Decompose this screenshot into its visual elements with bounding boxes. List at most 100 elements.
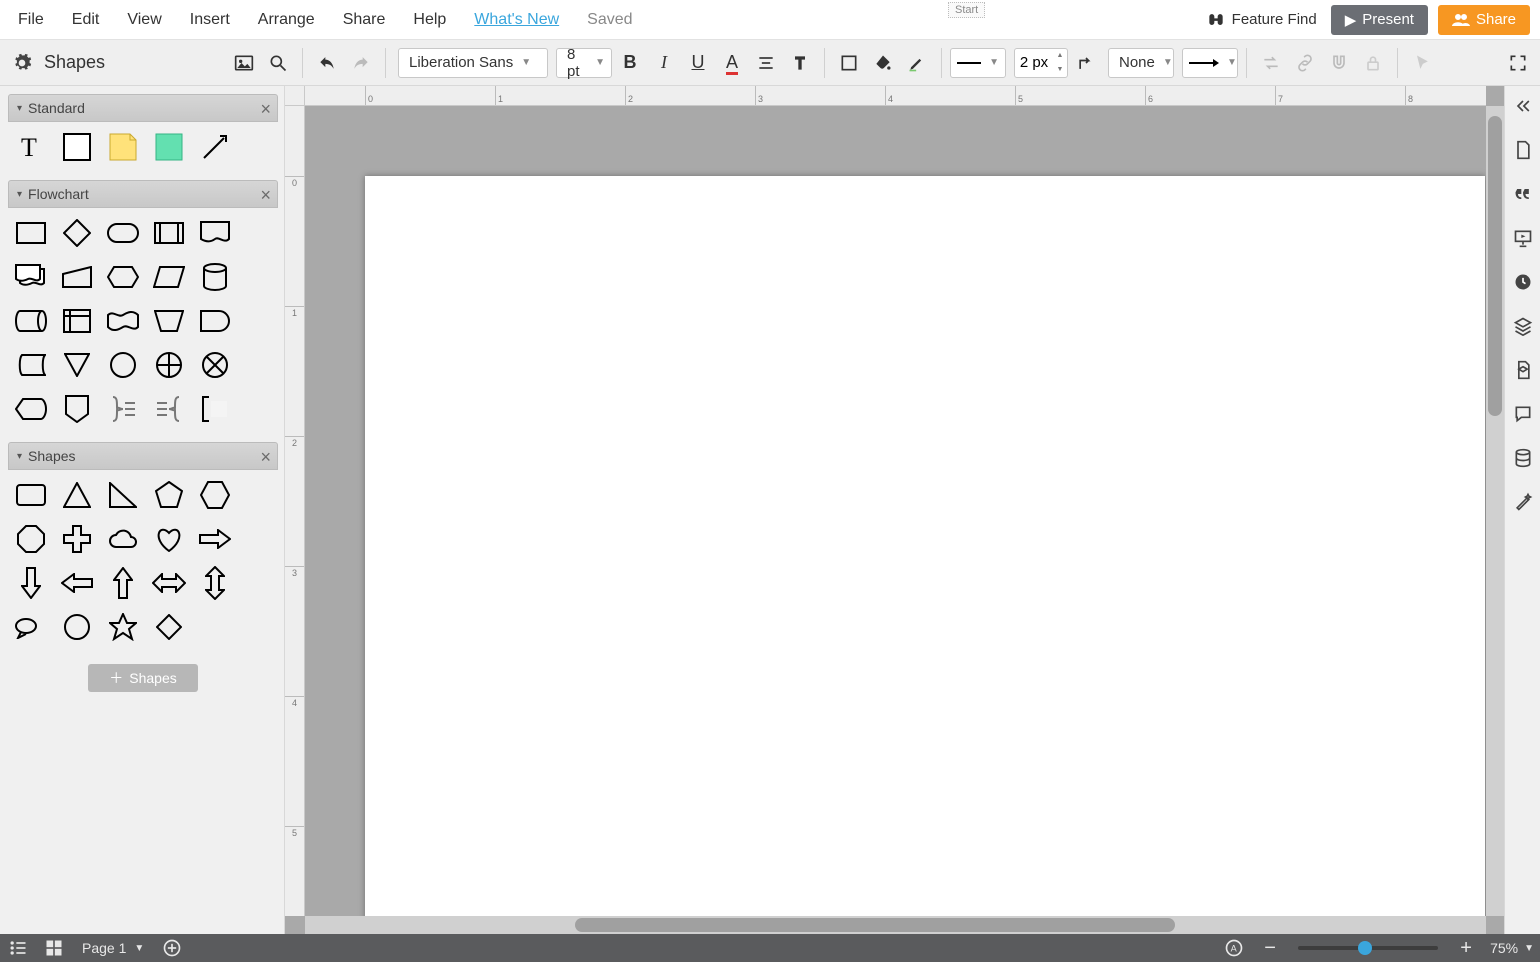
undo-button[interactable]	[311, 47, 343, 79]
sh-right-triangle[interactable]	[106, 478, 140, 512]
menu-view[interactable]: View	[113, 0, 175, 39]
group-flowchart-header[interactable]: ▾ Flowchart ×	[8, 180, 278, 208]
scrollbar-vertical[interactable]	[1486, 106, 1504, 916]
italic-button[interactable]: I	[648, 47, 680, 79]
search-shapes-button[interactable]	[262, 47, 294, 79]
fc-data-input[interactable]	[60, 260, 94, 294]
fc-merge[interactable]	[60, 348, 94, 382]
sb-grid-view-button[interactable]	[36, 934, 72, 962]
swap-button[interactable]	[1255, 47, 1287, 79]
sh-circle[interactable]	[60, 610, 94, 644]
fc-display[interactable]	[14, 392, 48, 426]
canvas-viewport[interactable]	[305, 106, 1486, 916]
dock-history-button[interactable]	[1509, 268, 1537, 296]
link-button[interactable]	[1289, 47, 1321, 79]
manage-shapes-button[interactable]	[6, 47, 38, 79]
text-box-button[interactable]	[784, 47, 816, 79]
line-dash-dropdown[interactable]: None ▼	[1108, 48, 1174, 78]
zoom-out-button[interactable]: −	[1252, 934, 1288, 962]
menu-help[interactable]: Help	[399, 0, 460, 39]
fc-stored-data[interactable]	[14, 348, 48, 382]
sh-rect[interactable]	[14, 478, 48, 512]
dock-data-button[interactable]	[1509, 444, 1537, 472]
page-selector[interactable]: Page 1 ▼	[72, 940, 154, 956]
sh-star[interactable]	[106, 610, 140, 644]
group-shapes-header[interactable]: ▾ Shapes ×	[8, 442, 278, 470]
add-page-button[interactable]	[154, 934, 190, 962]
menu-whats-new[interactable]: What's New	[460, 0, 573, 39]
fullscreen-button[interactable]	[1502, 47, 1534, 79]
dock-doc-button[interactable]	[1509, 136, 1537, 164]
fc-data[interactable]	[152, 260, 186, 294]
share-button[interactable]: Share	[1438, 5, 1530, 35]
magnet-button[interactable]	[1323, 47, 1355, 79]
close-icon[interactable]: ×	[260, 99, 271, 120]
fc-predefined[interactable]	[152, 216, 186, 250]
sh-arrow-lr[interactable]	[152, 566, 186, 600]
feature-find-button[interactable]: Feature Find	[1192, 10, 1331, 30]
fc-process[interactable]	[14, 216, 48, 250]
close-icon[interactable]: ×	[260, 447, 271, 468]
font-family-dropdown[interactable]: Liberation Sans ▼	[398, 48, 548, 78]
dock-collapse-button[interactable]	[1509, 92, 1537, 120]
fc-or[interactable]	[152, 348, 186, 382]
lock-button[interactable]	[1357, 47, 1389, 79]
line-width-stepper[interactable]: ▲ ▼	[1014, 48, 1068, 78]
menu-file[interactable]: File	[4, 0, 58, 39]
fc-preparation[interactable]	[106, 260, 140, 294]
fc-terminator[interactable]	[106, 216, 140, 250]
ruler-vertical[interactable]: 012345	[285, 106, 305, 916]
fc-database[interactable]	[198, 260, 232, 294]
zoom-dropdown[interactable]: 75% ▼	[1484, 940, 1540, 956]
menu-edit[interactable]: Edit	[58, 0, 114, 39]
scrollbar-horizontal[interactable]	[305, 916, 1486, 934]
sb-marker-button[interactable]: A	[1216, 934, 1252, 962]
dock-shapedata-button[interactable]	[1509, 356, 1537, 384]
fc-manual-op[interactable]	[152, 304, 186, 338]
text-color-button[interactable]: A	[716, 47, 748, 79]
sh-cloud[interactable]	[106, 522, 140, 556]
line-connector-button[interactable]	[1070, 47, 1102, 79]
fc-multidoc[interactable]	[14, 260, 48, 294]
sh-callout[interactable]	[14, 610, 48, 644]
dock-present-button[interactable]	[1509, 224, 1537, 252]
scroll-thumb-v[interactable]	[1488, 116, 1502, 416]
cursor-button[interactable]	[1406, 47, 1438, 79]
dock-actions-button[interactable]	[1509, 488, 1537, 516]
sh-arrow-down[interactable]	[14, 566, 48, 600]
dock-layers-button[interactable]	[1509, 312, 1537, 340]
menu-arrange[interactable]: Arrange	[244, 0, 329, 39]
step-down-icon[interactable]: ▼	[1053, 63, 1067, 77]
sh-arrow-left[interactable]	[60, 566, 94, 600]
shape-text[interactable]: T	[14, 130, 48, 164]
fc-paper-tape[interactable]	[106, 304, 140, 338]
line-style-dropdown[interactable]: ▼	[950, 48, 1006, 78]
sh-diamond[interactable]	[152, 610, 186, 644]
add-shapes-button[interactable]: ＋ Shapes	[88, 664, 198, 692]
scroll-thumb-h[interactable]	[575, 918, 1175, 932]
menu-insert[interactable]: Insert	[176, 0, 244, 39]
step-up-icon[interactable]: ▲	[1053, 49, 1067, 63]
sh-heart[interactable]	[152, 522, 186, 556]
close-icon[interactable]: ×	[260, 185, 271, 206]
zoom-in-button[interactable]: +	[1448, 934, 1484, 962]
zoom-slider[interactable]	[1298, 946, 1438, 950]
group-standard-header[interactable]: ▾ Standard ×	[8, 94, 278, 122]
highlight-button[interactable]	[901, 47, 933, 79]
sh-triangle[interactable]	[60, 478, 94, 512]
sh-arrow-right[interactable]	[198, 522, 232, 556]
fc-connector[interactable]	[106, 348, 140, 382]
sh-arrow-up[interactable]	[106, 566, 140, 600]
sb-list-view-button[interactable]	[0, 934, 36, 962]
sh-hexagon[interactable]	[198, 478, 232, 512]
dock-context-button[interactable]	[1509, 180, 1537, 208]
menu-share[interactable]: Share	[329, 0, 400, 39]
shape-block[interactable]	[60, 130, 94, 164]
insert-image-button[interactable]	[228, 47, 260, 79]
border-color-button[interactable]	[833, 47, 865, 79]
fc-direct-data[interactable]	[14, 304, 48, 338]
sh-cross[interactable]	[60, 522, 94, 556]
zoom-handle[interactable]	[1358, 941, 1372, 955]
underline-button[interactable]: U	[682, 47, 714, 79]
ruler-horizontal[interactable]: 0123456789	[305, 86, 1486, 106]
